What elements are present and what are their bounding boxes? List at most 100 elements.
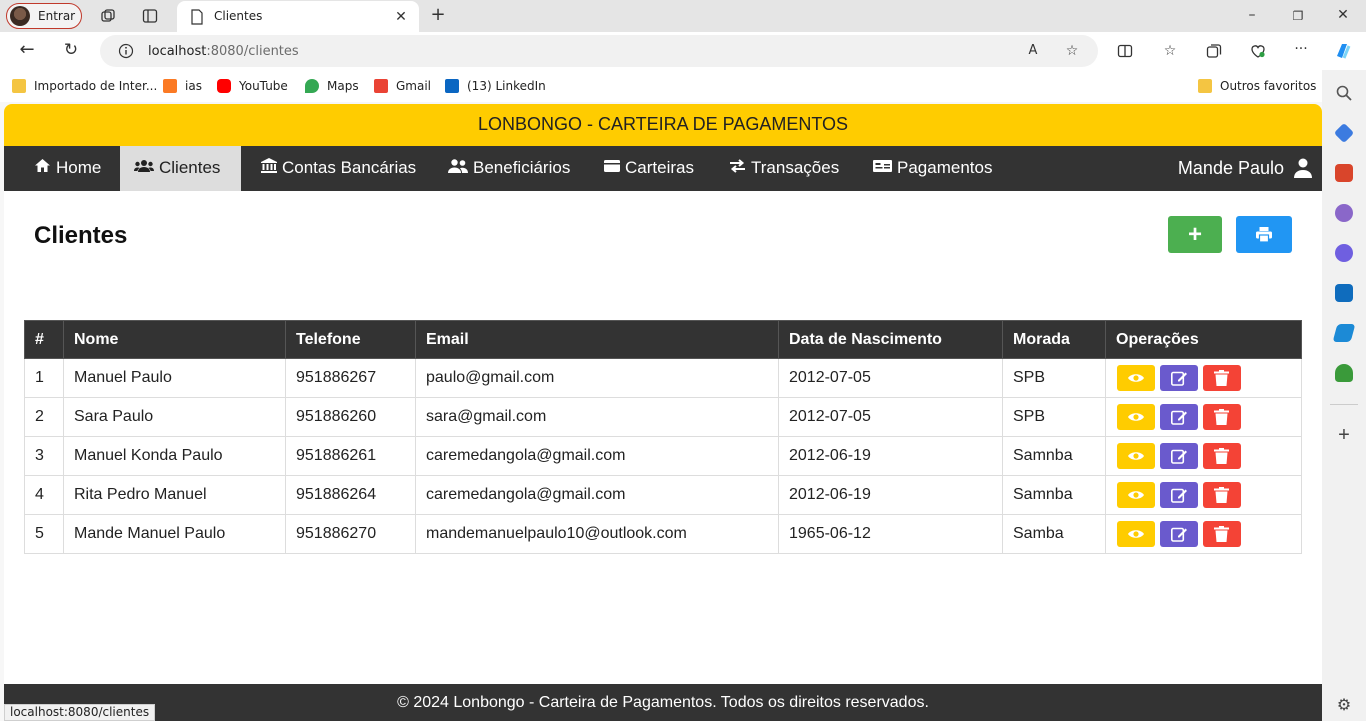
new-tab-icon[interactable]: + bbox=[430, 6, 446, 24]
site-info-icon[interactable] bbox=[118, 43, 134, 59]
page-content: LONBONGO - CARTEIRA DE PAGAMENTOS Home C… bbox=[4, 104, 1322, 721]
games-icon[interactable] bbox=[1335, 204, 1353, 222]
minimize-icon[interactable]: – bbox=[1244, 7, 1260, 23]
gmail-icon bbox=[374, 79, 388, 93]
col-header-email[interactable]: Email bbox=[415, 320, 779, 359]
bookmark-youtube[interactable]: YouTube bbox=[217, 79, 288, 93]
user-name[interactable]: Mande Paulo bbox=[1178, 146, 1284, 191]
cell-data-nascimento: 2012-07-05 bbox=[778, 397, 1003, 437]
cell-data-nascimento: 2012-06-19 bbox=[778, 436, 1003, 476]
user-icon[interactable] bbox=[1294, 158, 1312, 178]
outlook-icon[interactable] bbox=[1335, 284, 1353, 302]
read-aloud-icon[interactable]: A bbox=[1025, 43, 1041, 59]
cell-telefone: 951886260 bbox=[285, 397, 416, 437]
nav-pagamentos[interactable]: Pagamentos bbox=[859, 146, 1006, 191]
restore-icon[interactable]: ❐ bbox=[1290, 8, 1306, 24]
bookmark-maps[interactable]: Maps bbox=[305, 79, 359, 93]
nav-beneficiarios[interactable]: Beneficiários bbox=[434, 146, 584, 191]
workspaces-icon[interactable] bbox=[100, 8, 116, 24]
address-bar-row: ← ↻ localhost:8080/clientes A ☆ ☆ ··· bbox=[0, 32, 1366, 70]
cell-number: 1 bbox=[24, 358, 64, 398]
add-client-button[interactable]: + bbox=[1168, 216, 1222, 253]
nav-contas-bancarias[interactable]: Contas Bancárias bbox=[247, 146, 430, 191]
col-header-number[interactable]: # bbox=[24, 320, 64, 359]
add-sidebar-app-icon[interactable]: + bbox=[1335, 425, 1353, 445]
other-favorites[interactable]: Outros favoritos bbox=[1198, 79, 1316, 93]
browser-essentials-icon[interactable] bbox=[1250, 43, 1266, 59]
vertical-tabs-icon[interactable] bbox=[142, 8, 158, 24]
tree-icon[interactable] bbox=[1335, 364, 1353, 382]
shopping-tag-icon[interactable] bbox=[1333, 122, 1355, 144]
view-button[interactable] bbox=[1117, 521, 1155, 547]
cell-nome: Rita Pedro Manuel bbox=[63, 475, 286, 515]
col-header-morada[interactable]: Morada bbox=[1002, 320, 1106, 359]
edit-button[interactable] bbox=[1160, 365, 1198, 391]
bookmark-gmail[interactable]: Gmail bbox=[374, 79, 431, 93]
cell-morada: SPB bbox=[1002, 358, 1106, 398]
main-navbar: Home Clientes Contas Bancárias Beneficiá… bbox=[4, 146, 1322, 191]
bookmark-linkedin[interactable]: (13) LinkedIn bbox=[445, 79, 546, 93]
cell-email: sara@gmail.com bbox=[415, 397, 779, 437]
delete-button[interactable] bbox=[1203, 482, 1241, 508]
profile-button[interactable]: Entrar bbox=[6, 3, 82, 29]
col-header-telefone[interactable]: Telefone bbox=[285, 320, 416, 359]
nav-home[interactable]: Home bbox=[20, 146, 115, 191]
cell-email: mandemanuelpaulo10@outlook.com bbox=[415, 514, 779, 554]
more-menu-icon[interactable]: ··· bbox=[1293, 41, 1309, 57]
split-screen-icon[interactable] bbox=[1117, 43, 1133, 59]
profile-label: Entrar bbox=[38, 9, 76, 23]
favorites-icon[interactable]: ☆ bbox=[1162, 43, 1178, 59]
microsoft365-icon[interactable] bbox=[1335, 244, 1353, 262]
tools-briefcase-icon[interactable] bbox=[1335, 164, 1353, 182]
view-button[interactable] bbox=[1117, 482, 1155, 508]
tab-clientes[interactable]: Clientes ✕ bbox=[177, 1, 419, 32]
collections-icon[interactable] bbox=[1206, 43, 1222, 59]
edit-button[interactable] bbox=[1160, 482, 1198, 508]
cell-morada: Samnba bbox=[1002, 436, 1106, 476]
nav-transacoes[interactable]: Transações bbox=[715, 146, 853, 191]
bookmark-ias[interactable]: ias bbox=[163, 79, 202, 93]
app-banner: LONBONGO - CARTEIRA DE PAGAMENTOS bbox=[4, 104, 1322, 146]
col-header-data-nascimento[interactable]: Data de Nascimento bbox=[778, 320, 1003, 359]
edit-button[interactable] bbox=[1160, 443, 1198, 469]
edit-button[interactable] bbox=[1160, 521, 1198, 547]
nav-clientes[interactable]: Clientes bbox=[120, 146, 241, 191]
delete-button[interactable] bbox=[1203, 404, 1241, 430]
delete-button[interactable] bbox=[1203, 521, 1241, 547]
copilot-icon[interactable] bbox=[1333, 41, 1353, 61]
address-bar[interactable]: localhost:8080/clientes A ☆ bbox=[100, 35, 1098, 67]
close-tab-icon[interactable]: ✕ bbox=[393, 9, 409, 25]
edit-button[interactable] bbox=[1160, 404, 1198, 430]
xampp-icon bbox=[163, 79, 177, 93]
close-window-icon[interactable]: ✕ bbox=[1335, 7, 1351, 23]
cell-data-nascimento: 2012-06-19 bbox=[778, 475, 1003, 515]
back-icon[interactable]: ← bbox=[19, 41, 35, 59]
cell-number: 2 bbox=[24, 397, 64, 437]
cell-email: paulo@gmail.com bbox=[415, 358, 779, 398]
reload-icon[interactable]: ↻ bbox=[63, 42, 79, 59]
cell-operacoes bbox=[1105, 475, 1302, 515]
col-header-nome[interactable]: Nome bbox=[63, 320, 286, 359]
settings-gear-icon[interactable]: ⚙ bbox=[1335, 696, 1353, 714]
table-row: 5 Mande Manuel Paulo 951886270 mandemanuelp… bbox=[24, 514, 1302, 554]
sidebar-divider bbox=[1330, 404, 1358, 405]
bookmark-imported[interactable]: Importado de Inter... bbox=[12, 79, 157, 93]
send-icon[interactable] bbox=[1332, 324, 1356, 342]
delete-button[interactable] bbox=[1203, 365, 1241, 391]
cell-morada: Samnba bbox=[1002, 475, 1106, 515]
view-button[interactable] bbox=[1117, 365, 1155, 391]
search-icon[interactable] bbox=[1335, 84, 1353, 102]
print-button[interactable] bbox=[1236, 216, 1292, 253]
delete-button[interactable] bbox=[1203, 443, 1241, 469]
users-icon bbox=[134, 146, 154, 190]
table-body: 1 Manuel Paulo 951886267 paulo@gmail.com 201… bbox=[24, 358, 1302, 554]
maps-icon bbox=[305, 79, 319, 93]
page-title: Clientes bbox=[34, 222, 128, 249]
favorite-star-icon[interactable]: ☆ bbox=[1064, 43, 1080, 59]
table-row: 2 Sara Paulo 951886260 sara@gmail.com 2012-0… bbox=[24, 397, 1302, 437]
exchange-icon bbox=[729, 146, 746, 190]
nav-carteiras[interactable]: Carteiras bbox=[590, 146, 708, 191]
bank-icon bbox=[261, 146, 277, 190]
view-button[interactable] bbox=[1117, 443, 1155, 469]
view-button[interactable] bbox=[1117, 404, 1155, 430]
